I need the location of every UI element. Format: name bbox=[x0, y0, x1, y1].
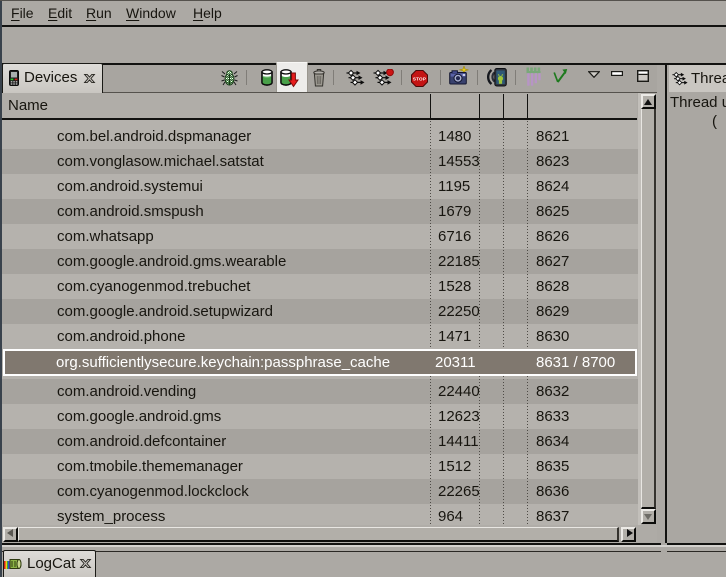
svg-text:STOP: STOP bbox=[413, 76, 426, 81]
